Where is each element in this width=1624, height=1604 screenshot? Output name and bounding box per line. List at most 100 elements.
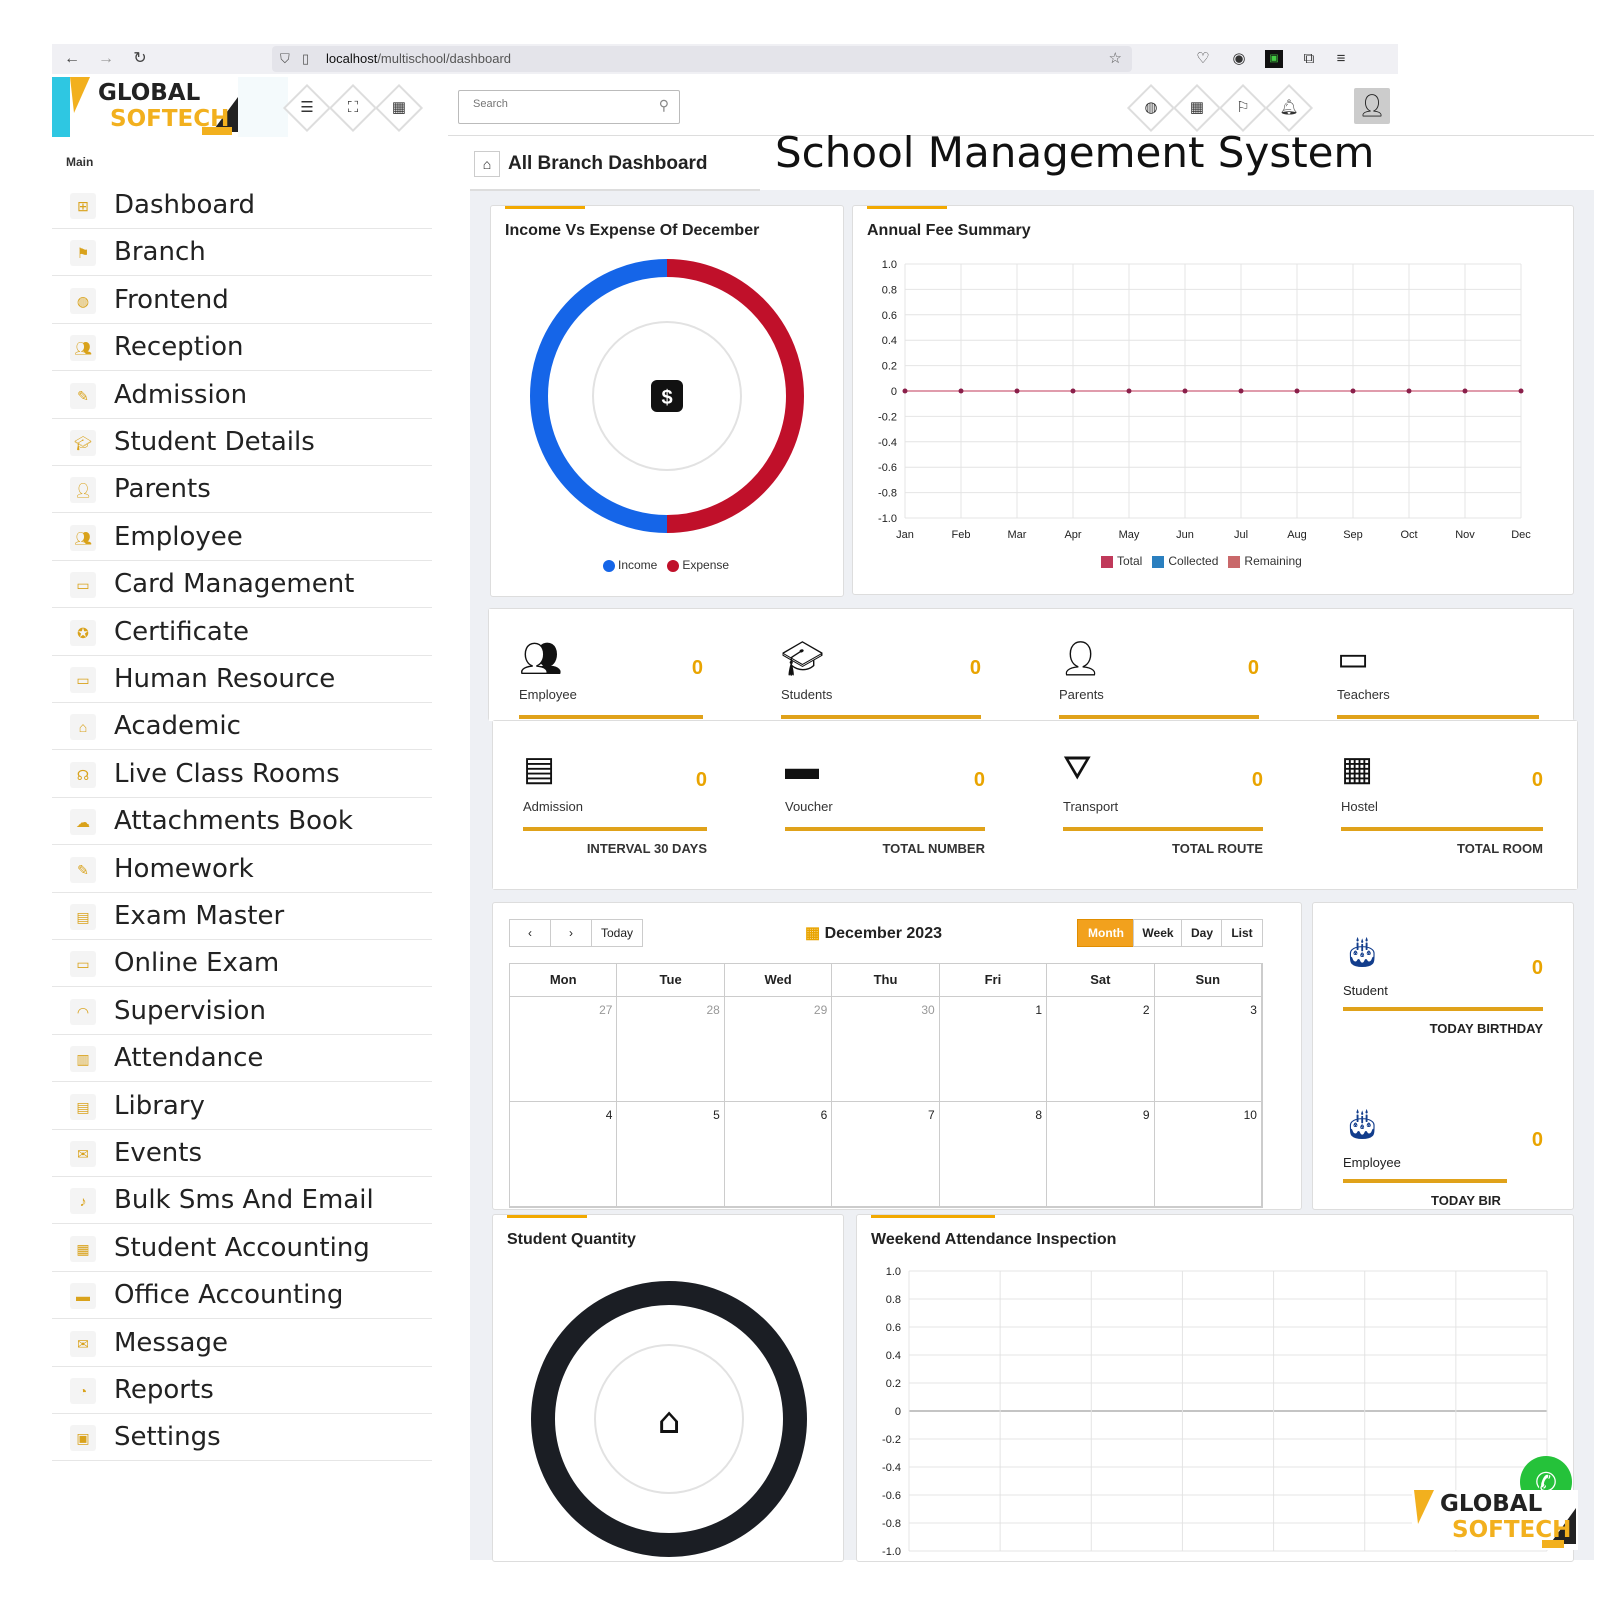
calendar-view-week[interactable]: Week [1133,919,1183,947]
calendar-next-button[interactable]: › [550,919,592,947]
sidebar-item-admission[interactable]: ✎ Admission [52,374,432,419]
sidebar-item-attendance[interactable]: ▥ Attendance [52,1037,432,1083]
menu-icon[interactable]: ≡ [1332,50,1350,68]
search-icon[interactable]: ⚲ [659,97,669,114]
stat-parents[interactable]: 👤︎ Parents 0 [1029,609,1308,721]
notification-button[interactable]: 🔔︎ [1264,83,1314,133]
sidebar-item-homework[interactable]: ✎ Homework [52,848,432,893]
calendar-day-cell[interactable]: 4 [510,1102,618,1206]
sidebar-item-student-accounting[interactable]: ▦ Student Accounting [52,1227,432,1272]
reload-icon[interactable]: ↻ [130,49,150,69]
calendar-day-cell[interactable]: 7 [832,1102,940,1206]
forward-icon[interactable]: → [96,49,116,69]
pocket-icon[interactable]: ♡ [1194,50,1212,68]
stat-employee[interactable]: 👥︎ Employee 0 [489,609,752,721]
stat-voucher[interactable]: ▬ Voucher 0 TOTAL NUMBER [755,721,1034,889]
sidebar-item-employee[interactable]: 👥︎ Employee [52,516,432,561]
bookmark-star-icon[interactable]: ☆ [1109,46,1122,72]
calendar-day-cell[interactable]: 28 [617,997,725,1101]
birthday-cake-icon: 🎂︎ [1343,936,1382,969]
sidebar-item-online-exam[interactable]: ▭ Online Exam [52,942,432,988]
sidebar-item-exam-master[interactable]: ▤ Exam Master [52,895,432,940]
sidebar-item-frontend[interactable]: ◍ Frontend [52,279,432,324]
y-tick-label: 1.0 [886,1266,901,1278]
fullscreen-button[interactable]: ⛶ [328,83,378,133]
calendar-weekdays: Mon Tue Wed Thu Fri Sat Sun [510,964,1262,997]
sidebar-item-dashboard[interactable]: ⊞ Dashboard [52,184,432,229]
expense-slice [666,259,804,533]
sidebar-item-human-resource[interactable]: ▭ Human Resource [52,658,432,703]
sidebar-item-label: Message [114,1327,228,1358]
y-tick-label: -0.2 [882,1434,901,1446]
calendar-day-cell[interactable]: 27 [510,997,618,1101]
sidebar-item-live-class-rooms[interactable]: ☊ Live Class Rooms [52,753,432,798]
birthday-employee-sub: TODAY BIR [1431,1193,1501,1208]
stat-subtitle: TOTAL ROUTE [1172,841,1263,856]
calendar-day-cell[interactable]: 10 [1155,1102,1262,1206]
sidebar-item-office-accounting[interactable]: ▬ Office Accounting [52,1274,432,1320]
sidebar-item-reception[interactable]: 👥︎ Reception [52,326,432,372]
user-icon: 👤︎ [70,477,96,504]
sidebar-item-bulk-sms-and-email[interactable]: ♪ Bulk Sms And Email [52,1179,432,1225]
sidebar-item-library[interactable]: ▤ Library [52,1085,432,1130]
stat-students[interactable]: 🎓︎ Students 0 [751,609,1030,721]
user-avatar[interactable]: 👤︎ [1354,88,1390,124]
calendar-day-cell[interactable]: 29 [725,997,833,1101]
sidebar-item-parents[interactable]: 👤︎ Parents [52,468,432,514]
puzzle-icon[interactable]: ⧉ [1300,50,1318,68]
flag-button[interactable]: ⚐ [1218,83,1268,133]
data-point [958,388,964,394]
stat-label: Transport [1063,799,1119,814]
stat-value: 0 [691,657,703,679]
stat-value: 0 [695,769,707,791]
sidebar-item-settings[interactable]: ▣ Settings [52,1416,432,1462]
calendar-day-cell[interactable]: 3 [1155,997,1262,1101]
back-icon[interactable]: ← [62,49,82,69]
sidebar-item-events[interactable]: ✉ Events [52,1132,432,1177]
calendar-day-cell[interactable]: 2 [1047,997,1155,1101]
sidebar-toggle-button[interactable]: ☰ [282,83,332,133]
edit-icon: ✎ [70,382,96,409]
calendar-view-month[interactable]: Month [1077,919,1135,947]
sidebar-item-label: Certificate [114,616,250,647]
calendar-day-cell[interactable]: 9 [1047,1102,1155,1206]
x-tick-label: Feb [952,529,971,541]
calendar-view-list[interactable]: List [1221,919,1263,947]
system-title: School Management System [775,128,1375,177]
calendar-day-cell[interactable]: 8 [940,1102,1048,1206]
calculator-button[interactable]: ▦ [374,83,424,133]
x-tick-label: Mar [1008,529,1027,541]
calendar-day-cell[interactable]: 6 [725,1102,833,1206]
income-slice [530,259,668,533]
brand-logo[interactable]: GLOBAL SOFTECH [52,77,288,137]
stat-admission[interactable]: ▤ Admission 0 INTERVAL 30 DAYS [493,721,756,889]
calendar-button[interactable]: ▦ [1172,83,1222,133]
calendar-view-day[interactable]: Day [1181,919,1223,947]
sidebar-item-certificate[interactable]: ✪ Certificate [52,611,432,656]
sidebar-item-academic[interactable]: ⌂ Academic [52,705,432,751]
calendar-day-cell[interactable]: 5 [617,1102,725,1206]
calendar-today-button[interactable]: Today [591,919,643,947]
stat-teachers[interactable]: ▭ Teachers [1307,609,1573,721]
language-button[interactable]: ◍ [1126,83,1176,133]
url-bar[interactable]: ⛉ ▯ localhost/multischool/dashboard ☆ [272,46,1132,72]
sidebar-item-branch[interactable]: ⚑ Branch [52,231,432,277]
calendar-day-cell[interactable]: 1 [940,997,1048,1101]
stat-transport[interactable]: ⛛ Transport 0 TOTAL ROUTE [1033,721,1312,889]
sidebar-item-supervision[interactable]: ◠ Supervision [52,990,432,1035]
extension-icon[interactable]: ▣ [1265,50,1283,68]
sidebar-item-card-management[interactable]: ▭ Card Management [52,563,432,609]
calendar-day-cell[interactable]: 30 [832,997,940,1101]
account-icon[interactable]: ◉ [1230,50,1248,68]
sidebar-item-label: Office Accounting [114,1280,344,1311]
stat-hostel[interactable]: ▦ Hostel 0 TOTAL ROOM [1311,721,1577,889]
sidebar-item-message[interactable]: ✉ Message [52,1322,432,1367]
briefcase-icon: ▣ [70,1425,96,1452]
sidebar-item-student-details[interactable]: 🎓︎ Student Details [52,421,432,466]
search-input[interactable] [471,97,645,111]
search-box[interactable]: ⚲ [458,90,680,124]
calendar-prev-button[interactable]: ‹ [509,919,551,947]
sidebar-item-attachments-book[interactable]: ☁ Attachments Book [52,800,432,846]
sidebar-item-reports[interactable]: ◔ Reports [52,1369,432,1414]
home-icon[interactable]: ⌂ [474,151,500,177]
